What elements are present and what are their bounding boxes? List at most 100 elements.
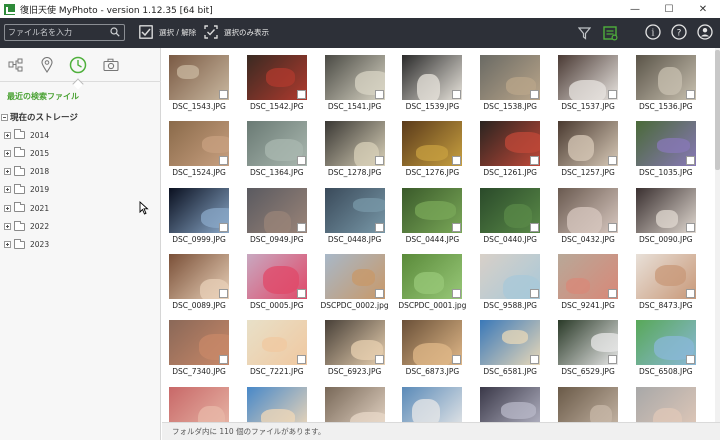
photo-thumbnail[interactable]: DSCPDC_0001.jpg xyxy=(398,253,466,310)
select-checkbox[interactable] xyxy=(374,156,384,166)
select-checkbox[interactable] xyxy=(219,288,228,298)
select-checkbox[interactable] xyxy=(374,222,384,232)
photo-thumbnail[interactable]: DSC_0440.JPG xyxy=(480,187,541,244)
select-checkbox[interactable] xyxy=(685,90,695,99)
photo-image[interactable] xyxy=(480,121,541,167)
select-checkbox[interactable] xyxy=(530,90,540,99)
tab-camera[interactable] xyxy=(102,56,120,74)
photo-image[interactable] xyxy=(558,121,618,167)
photo-thumbnail[interactable] xyxy=(402,386,463,422)
expand-icon[interactable] xyxy=(4,131,11,139)
select-checkbox[interactable] xyxy=(219,222,228,232)
photo-thumbnail[interactable]: DSC_9588.JPG xyxy=(480,253,541,310)
select-checkbox[interactable] xyxy=(685,355,695,365)
select-checkbox[interactable] xyxy=(452,90,462,99)
select-toggle-button[interactable]: 選択 / 解除 xyxy=(139,25,196,39)
help-button[interactable]: ? xyxy=(670,23,688,41)
minimize-button[interactable]: — xyxy=(618,0,652,18)
expand-icon[interactable] xyxy=(4,168,11,176)
select-checkbox[interactable] xyxy=(530,355,540,365)
select-checkbox[interactable] xyxy=(452,288,462,298)
photo-thumbnail[interactable] xyxy=(169,386,229,422)
photo-image[interactable] xyxy=(169,55,229,100)
photo-thumbnail[interactable]: DSC_1537.JPG xyxy=(558,55,618,111)
photo-thumbnail[interactable]: DSC_0432.JPG xyxy=(558,187,618,244)
photo-image[interactable] xyxy=(480,187,541,233)
photo-image[interactable] xyxy=(558,386,618,422)
photo-thumbnail[interactable]: DSC_0444.JPG xyxy=(402,187,463,244)
photo-thumbnail[interactable]: DSC_1541.JPG xyxy=(324,55,385,111)
photo-image[interactable] xyxy=(635,253,696,299)
photo-image[interactable] xyxy=(635,386,696,422)
select-checkbox[interactable] xyxy=(530,222,540,232)
photo-thumbnail[interactable]: DSC_6581.JPG xyxy=(480,320,541,376)
tab-timeline[interactable] xyxy=(69,56,87,74)
photo-image[interactable] xyxy=(324,55,385,100)
tab-location[interactable] xyxy=(38,56,56,74)
photo-image[interactable] xyxy=(402,253,463,299)
expand-icon[interactable] xyxy=(4,241,11,249)
photo-image[interactable] xyxy=(402,121,463,167)
select-checkbox[interactable] xyxy=(452,355,462,365)
select-checkbox[interactable] xyxy=(608,90,617,99)
select-checkbox[interactable] xyxy=(296,156,306,166)
select-checkbox[interactable] xyxy=(685,288,695,298)
year-folder-2022[interactable]: 2022 xyxy=(4,220,49,233)
photo-image[interactable] xyxy=(246,55,307,100)
photo-thumbnail[interactable]: DSC_6529.JPG xyxy=(558,320,618,376)
photo-image[interactable] xyxy=(402,386,463,422)
photo-thumbnail[interactable]: DSC_0090.JPG xyxy=(635,187,696,244)
select-checkbox[interactable] xyxy=(608,156,617,166)
photo-thumbnail[interactable]: DSC_1524.JPG xyxy=(169,121,229,177)
recent-search-files-link[interactable]: 最近の検索ファイル xyxy=(7,91,79,102)
select-checkbox[interactable] xyxy=(530,288,540,298)
photo-thumbnail[interactable]: DSC_1536.JPG xyxy=(635,55,696,111)
photo-thumbnail[interactable]: DSC_9241.JPG xyxy=(558,253,618,310)
photo-thumbnail[interactable]: DSC_1035.JPG xyxy=(635,121,696,177)
photo-image[interactable] xyxy=(169,253,229,299)
select-checkbox[interactable] xyxy=(296,90,306,99)
select-checkbox[interactable] xyxy=(296,222,306,232)
photo-thumbnail[interactable]: DSC_1278.JPG xyxy=(324,121,385,177)
info-button[interactable]: i xyxy=(644,23,662,41)
account-button[interactable] xyxy=(696,23,714,41)
photo-image[interactable] xyxy=(558,187,618,233)
select-checkbox[interactable] xyxy=(685,222,695,232)
year-folder-2021[interactable]: 2021 xyxy=(4,202,49,214)
photo-image[interactable] xyxy=(246,187,307,233)
scrollbar-thumb[interactable] xyxy=(715,50,720,170)
photo-image[interactable] xyxy=(169,386,229,422)
photo-image[interactable] xyxy=(480,55,541,100)
select-checkbox[interactable] xyxy=(219,156,228,166)
photo-image[interactable] xyxy=(402,55,463,100)
list-view-icon[interactable] xyxy=(603,26,618,41)
photo-thumbnail[interactable]: DSC_1543.JPG xyxy=(169,55,229,111)
select-checkbox[interactable] xyxy=(219,90,228,99)
photo-thumbnail[interactable]: DSC_1276.JPG xyxy=(402,121,463,177)
photo-thumbnail[interactable]: DSC_7221.JPG xyxy=(246,320,307,376)
photo-image[interactable] xyxy=(480,320,541,366)
photo-thumbnail[interactable]: DSC_1261.JPG xyxy=(480,121,541,177)
year-folder-2018[interactable]: 2018 xyxy=(4,165,49,178)
photo-thumbnail[interactable]: DSCPDC_0002.jpg xyxy=(321,253,389,310)
photo-thumbnail[interactable]: DSC_7340.JPG xyxy=(169,320,229,376)
select-checkbox[interactable] xyxy=(374,355,384,365)
photo-thumbnail[interactable]: DSC_1542.JPG xyxy=(246,55,307,111)
photo-image[interactable] xyxy=(635,121,696,167)
year-folder-2015[interactable]: 2015 xyxy=(4,147,49,159)
photo-image[interactable] xyxy=(246,386,307,422)
photo-image[interactable] xyxy=(246,121,307,167)
photo-thumbnail[interactable]: DSC_1257.JPG xyxy=(558,121,618,177)
photo-image[interactable] xyxy=(324,320,385,366)
photo-image[interactable] xyxy=(402,187,463,233)
photo-image[interactable] xyxy=(402,320,463,366)
select-checkbox[interactable] xyxy=(685,156,695,166)
photo-thumbnail[interactable]: DSC_0089.JPG xyxy=(169,253,229,310)
photo-image[interactable] xyxy=(324,121,385,167)
photo-thumbnail[interactable]: DSC_8473.JPG xyxy=(635,253,696,310)
photo-image[interactable] xyxy=(558,253,618,299)
photo-thumbnail[interactable]: DSC_1364.JPG xyxy=(246,121,307,177)
year-folder-2023[interactable]: 2023 xyxy=(4,238,49,251)
photo-thumbnail[interactable] xyxy=(558,386,618,422)
photo-image[interactable] xyxy=(169,320,229,366)
